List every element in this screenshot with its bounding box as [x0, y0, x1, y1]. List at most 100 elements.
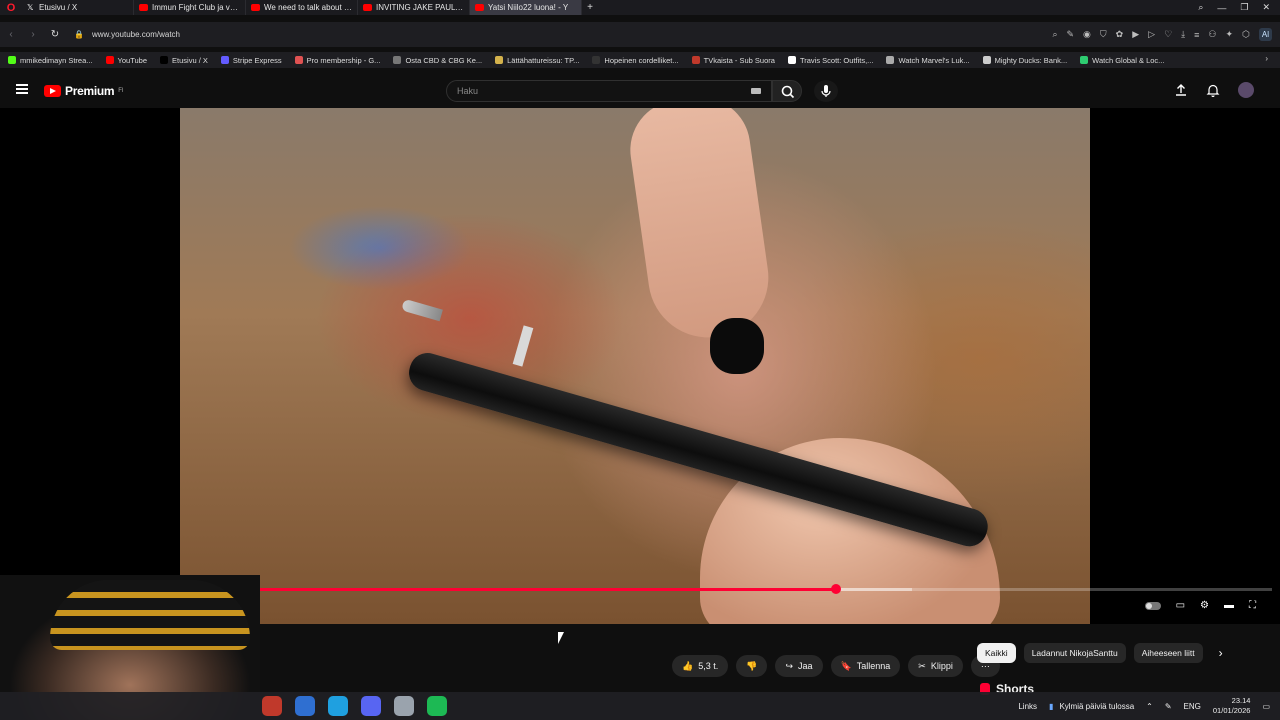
bookmark-label: TVkaista - Sub Suora [703, 55, 775, 65]
forward-icon[interactable]: › [22, 29, 44, 40]
minimize-icon[interactable]: — [1217, 3, 1226, 13]
bookmark-item[interactable]: Stripe Express [220, 56, 282, 65]
taskbar-app-icon[interactable] [427, 696, 447, 716]
download-icon[interactable]: ⤓ [1181, 29, 1185, 40]
bookmark-favicon-icon [1080, 56, 1089, 64]
bookmark-item[interactable]: Hopeinen cordelliket... [592, 56, 679, 65]
search-button[interactable] [772, 80, 802, 102]
heart-icon[interactable]: ♡ [1164, 29, 1172, 40]
tab-title: Etusivu / X [39, 3, 78, 12]
bookmark-favicon-icon [160, 56, 169, 64]
ai-button[interactable]: Al [1258, 28, 1272, 41]
search-icon[interactable]: ⌕ [1052, 29, 1057, 40]
save-button[interactable]: 🔖 Tallenna [830, 655, 901, 677]
language-indicator[interactable]: ENG [1184, 702, 1201, 711]
browser-tab[interactable]: We need to talk about thi [246, 0, 358, 15]
browser-tab[interactable]: Yatsi Niilo22 luona! - Y [470, 0, 582, 15]
menu-icon[interactable]: ≡ [1194, 30, 1199, 40]
fullscreen-icon[interactable]: ⛶ [1249, 600, 1256, 611]
bookmark-item[interactable]: Etusivu / X [160, 56, 208, 65]
weather-widget[interactable]: ▮ Kylmiä päiviä tulossa [1049, 702, 1134, 711]
chips-next-icon[interactable]: › [1211, 643, 1231, 663]
search-tabs-icon[interactable]: ⌕ [1198, 2, 1203, 13]
taskbar-app-icon[interactable] [328, 696, 348, 716]
brand-name: Premium [65, 84, 115, 98]
profile-icon[interactable]: ⚇ [1208, 29, 1216, 40]
youtube-ext-icon[interactable]: ▶ [1132, 29, 1139, 40]
bookmark-label: Etusivu / X [172, 55, 208, 65]
taskbar-app-icon[interactable] [394, 696, 414, 716]
upload-icon[interactable] [1174, 83, 1188, 97]
filter-chip[interactable]: Aiheeseen liitt [1133, 643, 1203, 663]
bookmark-label: YouTube [117, 55, 148, 65]
search-placeholder: Haku [457, 86, 479, 96]
theater-mode-icon[interactable]: ▬ [1224, 600, 1234, 611]
keyboard-icon[interactable] [751, 88, 761, 94]
video-frame[interactable] [180, 108, 1090, 624]
bookmark-item[interactable]: mmikedimayn Strea... [8, 56, 93, 65]
scrubber-handle[interactable] [830, 584, 841, 594]
bookmark-favicon-icon [495, 56, 504, 64]
clip-button[interactable]: ✂ Klippi [908, 655, 963, 677]
dislike-button[interactable]: 👎 [736, 655, 768, 677]
tray-overflow-icon[interactable]: ⌃ [1146, 702, 1153, 711]
bookmark-item[interactable]: Travis Scott: Outfits,... [787, 56, 873, 65]
browser-tab[interactable]: 𝕏 Etusivu / X [22, 0, 134, 15]
taskbar-app-icon[interactable] [295, 696, 315, 716]
network-icon[interactable]: ✎ [1165, 702, 1172, 711]
youtube-favicon-icon [363, 4, 372, 11]
search-input[interactable]: Haku [446, 80, 772, 102]
subtitles-icon[interactable]: ▭ [1176, 600, 1185, 611]
bookmark-item[interactable]: Lättähattureissu: TP... [495, 56, 579, 65]
bookmark-item[interactable]: Osta CBD & CBG Ke... [393, 56, 482, 65]
autoplay-toggle[interactable] [1144, 601, 1161, 610]
bookmark-item[interactable]: Mighty Ducks: Bank... [982, 55, 1068, 65]
bookmark-item[interactable]: YouTube [105, 55, 148, 65]
guide-menu-icon[interactable] [16, 84, 28, 94]
x-favicon-icon: 𝕏 [27, 3, 34, 12]
camera-icon[interactable]: ◉ [1083, 29, 1091, 40]
avatar[interactable] [1238, 82, 1254, 98]
play-icon[interactable]: ▷ [1148, 29, 1155, 40]
header-actions [1174, 82, 1254, 98]
clock[interactable]: 23.14 01/01/2026 [1213, 696, 1251, 716]
bookmark-label: Mighty Ducks: Bank... [994, 55, 1068, 65]
url-field[interactable]: 🔒 www.youtube.com/watch [74, 30, 180, 39]
cube-icon[interactable]: ⬡ [1242, 29, 1250, 40]
close-icon[interactable]: ✕ [1262, 2, 1270, 13]
notifications-bell-icon[interactable] [1206, 83, 1220, 97]
bookmark-item[interactable]: Watch Global & Loc... [1080, 56, 1164, 65]
edit-icon[interactable]: ✎ [1067, 29, 1075, 40]
mouse-cursor [558, 632, 564, 644]
restore-icon[interactable]: ❐ [1240, 2, 1248, 13]
video-player[interactable]: ❚❚ ▭ ⚙ ▬ ⛶ [0, 108, 1280, 624]
youtube-premium-logo[interactable]: Premium FI [44, 84, 124, 98]
filter-chip[interactable]: Kaikki [977, 643, 1016, 663]
new-tab-button[interactable]: + [582, 2, 598, 13]
notification-center-icon[interactable]: ▭ [1262, 702, 1270, 711]
bookmarks-overflow-icon[interactable]: › [1265, 54, 1268, 63]
bookmark-item[interactable]: TVkaista - Sub Suora [691, 55, 775, 65]
share-button[interactable]: ↪ Jaa [775, 655, 823, 677]
like-button[interactable]: 👍 5,3 t. [672, 655, 729, 677]
shield-icon[interactable]: ⛉ [1100, 29, 1107, 40]
share-label: Jaa [798, 661, 813, 671]
tab-title: Immun Fight Club ja valm [152, 3, 240, 12]
browser-tab[interactable]: INVITING JAKE PAUL TO TI [358, 0, 470, 15]
filter-chip[interactable]: Ladannut NikojaSanttu [1023, 643, 1126, 663]
aria-icon[interactable]: ✦ [1225, 29, 1233, 40]
youtube-header: Premium FI Haku [0, 72, 1280, 108]
browser-tab[interactable]: Immun Fight Club ja valm [134, 0, 246, 15]
opera-logo-icon[interactable]: O [0, 0, 22, 15]
bookmark-item[interactable]: Pro membership - G... [294, 56, 380, 65]
taskbar-app-icon[interactable] [361, 696, 381, 716]
taskbar-app-icon[interactable] [262, 696, 282, 716]
voice-search-button[interactable] [814, 80, 838, 102]
links-toolbar[interactable]: Links [1018, 702, 1037, 711]
tab-title: INVITING JAKE PAUL TO TI [376, 3, 464, 12]
bookmark-item[interactable]: Watch Marvel's Luk... [886, 56, 970, 65]
reload-icon[interactable]: ↻ [44, 29, 66, 40]
settings-gear-icon[interactable]: ⚙ [1200, 600, 1209, 611]
vpn-icon[interactable]: ✿ [1116, 29, 1124, 40]
back-icon[interactable]: ‹ [0, 29, 22, 40]
